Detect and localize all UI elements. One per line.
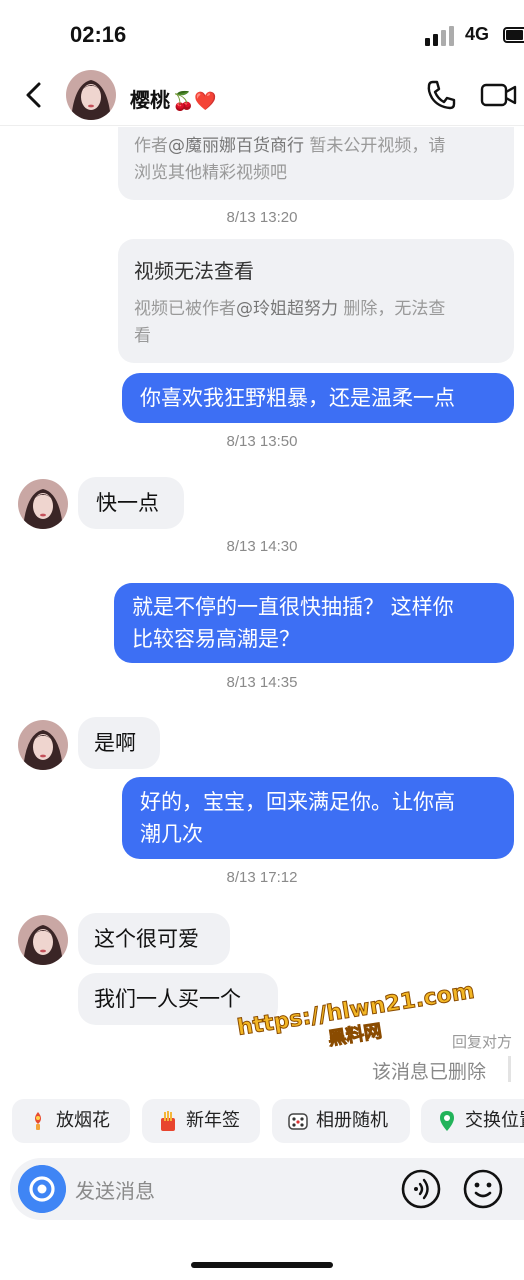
contact-name: 樱桃 🍒❤️ (130, 88, 217, 112)
card-description: 视频已被作者@玲姐超努力 删除，无法查 看 (134, 299, 446, 346)
timestamp: 8/13 14:35 (226, 674, 298, 691)
incoming-message[interactable]: 这个很可爱 (78, 913, 230, 965)
quick-action-bar: 放烟花 新年签 相册随机 交换位置 (0, 1099, 524, 1145)
contact-avatar[interactable] (18, 720, 68, 770)
card-title: 视频无法查看 (134, 259, 254, 283)
status-time: 02:16 (70, 22, 127, 47)
home-indicator (191, 1262, 333, 1268)
quick-action-swap-location[interactable]: 交换位置 (421, 1099, 524, 1143)
timestamp: 8/13 13:50 (226, 433, 298, 450)
reply-label: 回复对方 (451, 1033, 512, 1051)
video-card-deleted[interactable]: 视频无法查看 视频已被作者@玲姐超努力 删除，无法查 看 (118, 239, 514, 363)
quick-action-album-random[interactable]: 相册随机 (272, 1099, 410, 1143)
chat-header: 樱桃 🍒❤️ (0, 64, 524, 126)
firework-icon (35, 1112, 41, 1130)
contact-avatar[interactable] (18, 915, 68, 965)
incoming-message[interactable]: 我们一人买一个 (78, 973, 278, 1025)
timestamp: 8/13 14:30 (226, 538, 298, 555)
card-author-link[interactable]: @玲姐超努力 (236, 299, 338, 319)
fortune-icon (161, 1111, 175, 1131)
outgoing-message[interactable]: 你喜欢我狂野粗暴，还是温柔一点 (122, 373, 514, 423)
phone-call-icon[interactable] (424, 78, 458, 112)
status-bar: 02:16 4G (0, 0, 524, 64)
voice-message-icon[interactable] (400, 1168, 442, 1210)
timestamp: 8/13 17:12 (226, 869, 298, 886)
battery-icon (503, 27, 524, 43)
timestamp: 8/13 13:20 (226, 209, 298, 226)
outgoing-message[interactable]: 就是不停的一直很快抽插？ 这样你 比较容易高潮是？ (114, 583, 514, 663)
card-author-link[interactable]: @魔丽娜百货商行 (168, 136, 304, 156)
card-description: 作者@魔丽娜百货商行 暂未公开视频，请 浏览其他精彩视频吧 (134, 136, 446, 183)
signal-icon (425, 26, 455, 46)
video-call-icon[interactable] (480, 80, 518, 110)
quick-action-new-year[interactable]: 新年签 (142, 1099, 260, 1143)
deleted-message-notice: 该消息已删除 (372, 1061, 487, 1083)
network-type: 4G (465, 24, 490, 44)
divider (508, 1056, 511, 1082)
cherry-heart-emoji: 🍒❤️ (172, 91, 217, 112)
back-arrow-icon[interactable] (20, 78, 50, 112)
contact-avatar[interactable] (18, 479, 68, 529)
outgoing-message[interactable]: 好的，宝宝，回来满足你。让你高 潮几次 (122, 777, 514, 859)
contact-avatar[interactable] (66, 70, 116, 120)
message-list[interactable]: 作者@魔丽娜百货商行 暂未公开视频，请 浏览其他精彩视频吧 8/13 13:20… (0, 127, 524, 1097)
video-card-unavailable[interactable]: 作者@魔丽娜百货商行 暂未公开视频，请 浏览其他精彩视频吧 (118, 127, 514, 200)
message-composer: 发送消息 (10, 1158, 524, 1220)
quick-action-fireworks[interactable]: 放烟花 (12, 1099, 130, 1143)
dice-icon (288, 1113, 308, 1130)
camera-icon[interactable] (18, 1165, 66, 1213)
message-input[interactable]: 发送消息 (75, 1175, 155, 1204)
incoming-message[interactable]: 是啊 (78, 717, 160, 769)
incoming-message[interactable]: 快一点 (78, 477, 184, 529)
location-pin-icon (440, 1111, 454, 1131)
emoji-icon[interactable] (462, 1168, 504, 1210)
